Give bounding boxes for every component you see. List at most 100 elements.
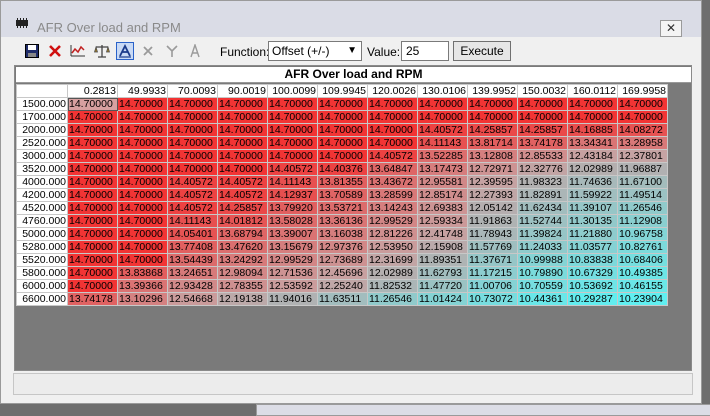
table-cell[interactable]: 13.12808 [467, 149, 518, 163]
row-header[interactable]: 5520.000 [16, 253, 68, 267]
table-cell[interactable]: 14.70000 [567, 97, 618, 111]
table-cell[interactable]: 11.03577 [567, 240, 618, 254]
column-header[interactable]: 0.2813 [67, 84, 118, 98]
table-cell[interactable]: 13.83868 [117, 266, 168, 280]
row-header[interactable]: 3520.000 [16, 162, 68, 176]
table-cell[interactable]: 14.70000 [417, 110, 468, 124]
table-cell[interactable]: 11.98323 [517, 175, 568, 189]
table-cell[interactable]: 11.30135 [567, 214, 618, 228]
table-cell[interactable]: 14.70000 [67, 175, 118, 189]
table-cell[interactable]: 12.72971 [467, 162, 518, 176]
table-cell[interactable]: 12.05142 [467, 201, 518, 215]
table-cell[interactable]: 13.39007 [267, 227, 318, 241]
column-header[interactable]: 139.9952 [467, 84, 518, 98]
table-cell[interactable]: 14.70000 [67, 162, 118, 176]
table-cell[interactable]: 14.70000 [167, 136, 218, 150]
table-cell[interactable]: 14.70000 [167, 97, 218, 111]
table-cell[interactable]: 14.70000 [517, 110, 568, 124]
table-cell[interactable]: 10.70559 [517, 279, 568, 293]
table-cell[interactable]: 13.24292 [217, 253, 268, 267]
balance-icon[interactable] [93, 42, 111, 60]
table-cell[interactable]: 11.57769 [467, 240, 518, 254]
table-cell[interactable]: 14.70000 [267, 110, 318, 124]
table-cell[interactable]: 14.70000 [317, 149, 368, 163]
table-cell[interactable]: 11.24033 [517, 240, 568, 254]
table-cell[interactable]: 11.94016 [267, 292, 318, 306]
table-cell[interactable]: 13.24651 [167, 266, 218, 280]
table-cell[interactable]: 14.40572 [217, 188, 268, 202]
table-cell[interactable]: 14.40376 [317, 162, 368, 176]
table-cell[interactable]: 13.58028 [267, 214, 318, 228]
table-cell[interactable]: 14.25857 [517, 123, 568, 137]
table-cell[interactable]: 14.70000 [117, 149, 168, 163]
table-cell[interactable]: 12.37801 [617, 149, 668, 163]
table-cell[interactable]: 11.49514 [617, 188, 668, 202]
table-cell[interactable]: 12.71536 [267, 266, 318, 280]
table-cell[interactable]: 11.26546 [367, 292, 418, 306]
table-cell[interactable]: 14.70000 [67, 253, 118, 267]
table-cell[interactable]: 13.28599 [367, 188, 418, 202]
table-cell[interactable]: 13.14243 [367, 201, 418, 215]
table-cell[interactable]: 14.70000 [67, 201, 118, 215]
table-cell[interactable]: 11.12908 [617, 214, 668, 228]
table-cell[interactable]: 13.47620 [217, 240, 268, 254]
table-cell[interactable]: 12.43184 [567, 149, 618, 163]
table-cell[interactable]: 10.83838 [567, 253, 618, 267]
table-cell[interactable]: 10.23904 [617, 292, 668, 306]
title-bar[interactable]: AFR Over load and RPM ✕ [1, 1, 701, 37]
table-cell[interactable]: 13.28958 [617, 136, 668, 150]
table-cell[interactable]: 13.74178 [67, 292, 118, 306]
table-cell[interactable]: 14.70000 [267, 123, 318, 137]
table-cell[interactable]: 13.68794 [217, 227, 268, 241]
table-cell[interactable]: 14.12937 [267, 188, 318, 202]
table-cell[interactable]: 14.70000 [117, 214, 168, 228]
table-cell[interactable]: 14.70000 [367, 110, 418, 124]
table-cell[interactable]: 14.70000 [67, 188, 118, 202]
table-cell[interactable]: 14.70000 [117, 188, 168, 202]
table-cell[interactable]: 11.59922 [567, 188, 618, 202]
table-cell[interactable]: 11.01424 [417, 292, 468, 306]
table-cell[interactable]: 11.63511 [317, 292, 368, 306]
table-cell[interactable]: 13.34341 [567, 136, 618, 150]
table-cell[interactable]: 11.89351 [417, 253, 468, 267]
table-cell[interactable]: 11.39824 [517, 227, 568, 241]
graph-icon[interactable] [69, 42, 87, 60]
table-cell[interactable]: 12.98094 [217, 266, 268, 280]
table-cell[interactable]: 14.70000 [67, 97, 118, 111]
table-cell[interactable]: 13.77408 [167, 240, 218, 254]
table-cell[interactable]: 14.70000 [217, 97, 268, 111]
table-cell[interactable]: 14.40572 [167, 201, 218, 215]
function-select[interactable]: Offset (+/-) ▼ [268, 41, 362, 61]
row-header[interactable]: 5800.000 [16, 266, 68, 280]
table-cell[interactable]: 12.32776 [517, 162, 568, 176]
table-cell[interactable]: 14.70000 [117, 97, 168, 111]
table-cell[interactable]: 14.70000 [67, 214, 118, 228]
table-cell[interactable]: 13.52285 [417, 149, 468, 163]
table-cell[interactable]: 12.85533 [517, 149, 568, 163]
table-cell[interactable]: 12.97376 [317, 240, 368, 254]
table-cell[interactable]: 13.64847 [367, 162, 418, 176]
table-cell[interactable]: 14.70000 [67, 136, 118, 150]
table-cell[interactable]: 14.25857 [467, 123, 518, 137]
row-header[interactable]: 5280.000 [16, 240, 68, 254]
table-cell[interactable]: 14.16885 [567, 123, 618, 137]
table-cell[interactable]: 14.70000 [67, 123, 118, 137]
table-cell[interactable]: 11.39107 [567, 201, 618, 215]
table-cell[interactable]: 13.43672 [367, 175, 418, 189]
table-cell[interactable]: 14.40572 [267, 162, 318, 176]
table-cell[interactable]: 14.70000 [217, 136, 268, 150]
table-cell[interactable]: 13.81714 [467, 136, 518, 150]
table-cell[interactable]: 11.37671 [467, 253, 518, 267]
table-cell[interactable]: 12.54668 [167, 292, 218, 306]
table-cell[interactable]: 14.70000 [67, 110, 118, 124]
table-cell[interactable]: 12.39595 [467, 175, 518, 189]
table-cell[interactable]: 12.25240 [317, 279, 368, 293]
delete-icon[interactable] [46, 42, 64, 60]
table-cell[interactable]: 14.70000 [567, 110, 618, 124]
table-cell[interactable]: 14.70000 [167, 123, 218, 137]
table-cell[interactable]: 14.70000 [67, 240, 118, 254]
table-cell[interactable]: 11.62793 [417, 266, 468, 280]
table-cell[interactable]: 14.25857 [217, 201, 268, 215]
table-cell[interactable]: 14.70000 [67, 279, 118, 293]
row-header[interactable]: 5000.000 [16, 227, 68, 241]
